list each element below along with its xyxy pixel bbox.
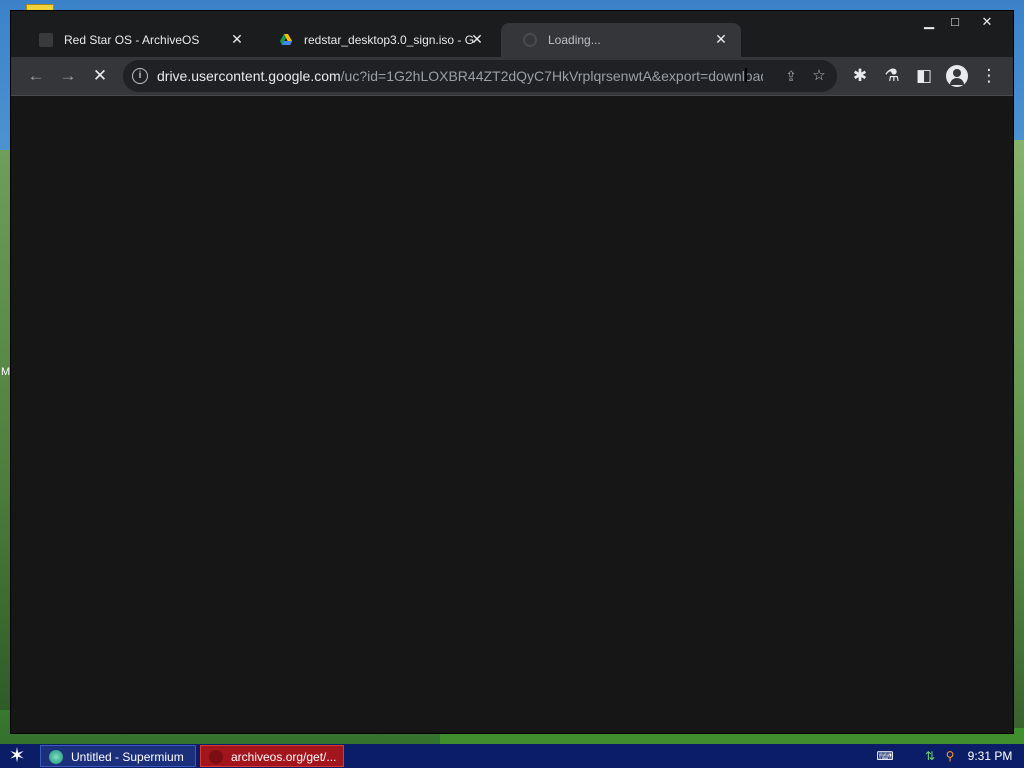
- share-icon[interactable]: ⇪: [781, 66, 801, 86]
- taskbar: ✶ Untitled - Supermium archiveos.org/get…: [0, 744, 1024, 768]
- start-button[interactable]: ✶: [6, 745, 28, 767]
- tab-loading[interactable]: Loading... ✕: [501, 23, 741, 57]
- minimize-button[interactable]: ▁: [915, 13, 943, 31]
- search-icon[interactable]: ⚲: [942, 748, 958, 764]
- tab-title: Loading...: [548, 33, 601, 47]
- extensions-icon[interactable]: ✱: [847, 63, 873, 89]
- clock[interactable]: 9:31 PM: [962, 748, 1018, 764]
- toolbar: ← → ✕ i drive.usercontent.google.com/uc?…: [11, 57, 1013, 95]
- stop-loading-button[interactable]: ✕: [87, 63, 113, 89]
- address-bar-url[interactable]: drive.usercontent.google.com/uc?id=1G2hL…: [157, 68, 763, 84]
- close-tab-icon[interactable]: ✕: [713, 31, 729, 47]
- maximize-button[interactable]: □: [941, 13, 969, 31]
- task-label: archiveos.org/get/...: [231, 750, 337, 764]
- tab-archiveos[interactable]: Red Star OS - ArchiveOS ✕: [17, 23, 257, 57]
- browser-icon: [209, 750, 223, 764]
- bookmark-star-icon[interactable]: ☆: [809, 66, 829, 86]
- tab-strip: Red Star OS - ArchiveOS ✕ redstar_deskto…: [11, 11, 1013, 57]
- text-cursor: [745, 68, 747, 82]
- task-archiveos[interactable]: archiveos.org/get/...: [200, 745, 344, 767]
- profile-avatar-icon[interactable]: [946, 65, 968, 87]
- side-panel-icon[interactable]: ◧: [911, 63, 937, 89]
- browser-window: Red Star OS - ArchiveOS ✕ redstar_deskto…: [10, 10, 1014, 734]
- network-icon[interactable]: ⇅: [922, 748, 938, 764]
- url-path: /uc?id=1G2hLOXBR44ZT2dQyC7HkVrplqrsenwtA…: [340, 68, 763, 84]
- menu-icon[interactable]: ⋮: [976, 63, 1002, 89]
- google-drive-icon: [279, 33, 293, 47]
- site-info-icon[interactable]: i: [132, 68, 148, 84]
- page-content-area: [11, 95, 1013, 733]
- archiveos-favicon: [39, 33, 53, 47]
- address-bar[interactable]: i drive.usercontent.google.com/uc?id=1G2…: [123, 60, 837, 92]
- loading-spinner-icon: [523, 33, 537, 47]
- close-tab-icon[interactable]: ✕: [229, 31, 245, 47]
- url-host: drive.usercontent.google.com: [157, 68, 341, 84]
- forward-button[interactable]: →: [55, 63, 81, 89]
- keyboard-icon[interactable]: ⌨: [876, 748, 894, 764]
- task-supermium[interactable]: Untitled - Supermium: [40, 745, 196, 767]
- tab-google-drive[interactable]: redstar_desktop3.0_sign.iso - Goog ✕: [257, 23, 497, 57]
- close-tab-icon[interactable]: ✕: [469, 31, 485, 47]
- supermium-icon: [49, 750, 63, 764]
- tab-title: redstar_desktop3.0_sign.iso - Goog: [304, 33, 474, 47]
- task-label: Untitled - Supermium: [71, 750, 184, 764]
- back-button[interactable]: ←: [23, 63, 49, 89]
- close-window-button[interactable]: ✕: [973, 13, 1001, 31]
- tab-title: Red Star OS - ArchiveOS: [64, 33, 200, 47]
- labs-flask-icon[interactable]: ⚗: [879, 63, 905, 89]
- desktop-edge-label: M: [1, 366, 11, 378]
